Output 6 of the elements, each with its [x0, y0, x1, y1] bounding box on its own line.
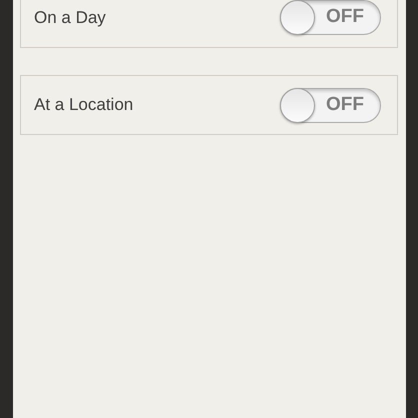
- switch-knob[interactable]: [280, 0, 315, 35]
- switch-knob[interactable]: [280, 88, 315, 122]
- toggle-switch[interactable]: OFF: [280, 88, 381, 122]
- setting-label: At a Location: [34, 94, 134, 116]
- setting-label: On a Day: [34, 6, 106, 29]
- toggle-switch[interactable]: OFF: [280, 0, 381, 35]
